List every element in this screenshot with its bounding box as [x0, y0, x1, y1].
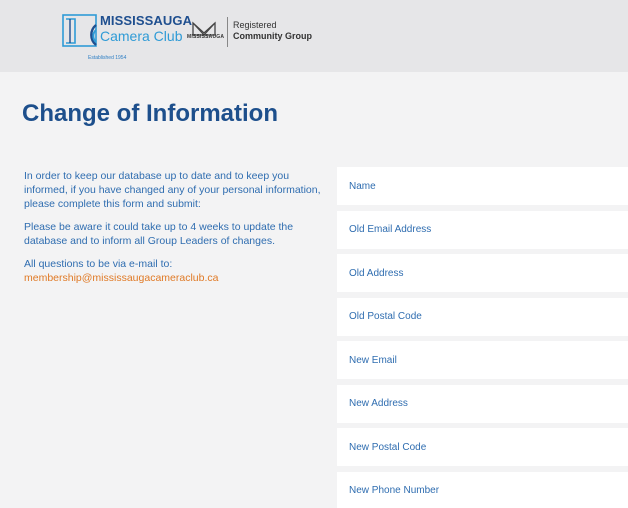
- logo-established: Established 1954: [88, 55, 127, 61]
- intro-text: In order to keep our database up to date…: [24, 169, 324, 294]
- change-of-information-form: [337, 167, 628, 508]
- page-title: Change of Information: [22, 100, 278, 127]
- questions-paragraph: All questions to be via e-mail to: membe…: [24, 257, 324, 285]
- new-address-field[interactable]: [337, 384, 628, 423]
- old-email-field[interactable]: [337, 210, 628, 249]
- name-field[interactable]: [337, 167, 628, 205]
- membership-email-link[interactable]: membership@mississaugacameraclub.ca: [24, 272, 218, 284]
- site-header: MISSISSAUGA Camera Club Established 1954…: [0, 0, 628, 72]
- registered-label: Registered: [233, 20, 277, 30]
- new-phone-field[interactable]: [337, 471, 628, 508]
- camera-club-logo-icon[interactable]: [62, 11, 98, 49]
- city-logo-text: MISSISSAUGA: [187, 34, 225, 40]
- new-email-field[interactable]: [337, 341, 628, 379]
- old-address-field[interactable]: [337, 254, 628, 292]
- header-divider: [227, 17, 228, 47]
- questions-label: All questions to be via e-mail to:: [24, 258, 173, 270]
- community-group-label: Community Group: [233, 31, 312, 41]
- intro-paragraph: In order to keep our database up to date…: [24, 170, 321, 210]
- notice-paragraph: Please be aware it could take up to 4 we…: [24, 221, 294, 247]
- logo-subtitle: Camera Club: [100, 28, 183, 44]
- logo-title: MISSISSAUGA: [100, 13, 193, 28]
- new-postal-code-field[interactable]: [337, 428, 628, 466]
- old-postal-code-field[interactable]: [337, 297, 628, 336]
